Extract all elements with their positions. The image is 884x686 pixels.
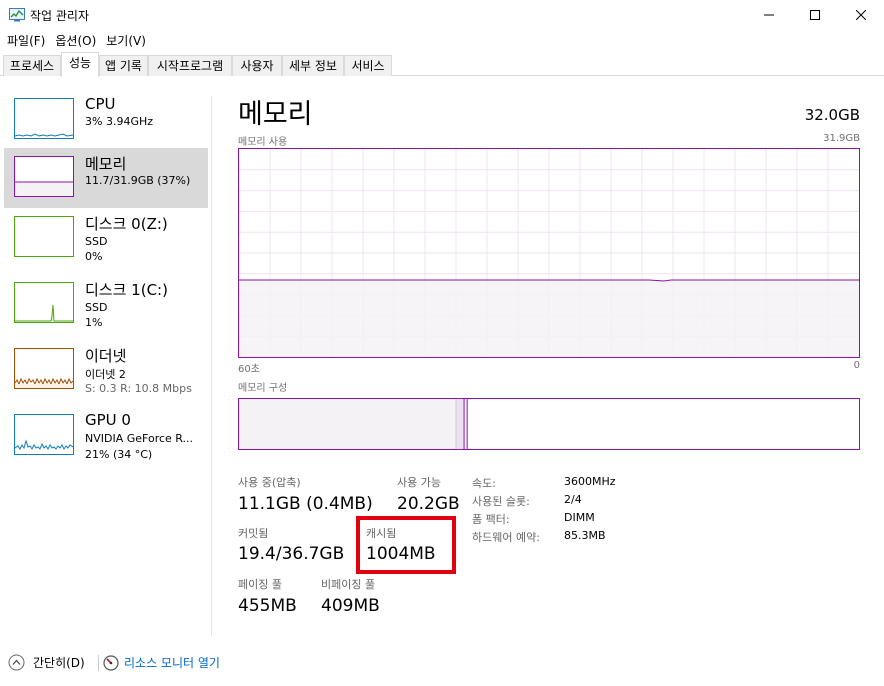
slots-value: 2/4 [564, 493, 582, 506]
menu-options[interactable]: 옵션(O) [50, 30, 101, 52]
footer-bar: 간단히(D) 리소스 모니터 열기 [0, 646, 884, 680]
tab-details[interactable]: 세부 정보 [282, 55, 344, 76]
chevron-up-circle-icon [8, 654, 25, 671]
available-label: 사용 가능 [397, 476, 441, 489]
speed-label: 속도: [472, 477, 496, 490]
disk-0-type: SSD [85, 235, 108, 248]
in-use-value: 11.1GB (0.4MB) [238, 494, 373, 514]
resource-gpu[interactable]: GPU 0 NVIDIA GeForce R... 21% (34 °C) [4, 406, 208, 466]
maximize-icon [810, 10, 820, 20]
cpu-thumbnail [14, 98, 74, 139]
maximize-button[interactable] [792, 0, 838, 30]
fewer-details-button[interactable]: 간단히(D) [8, 654, 85, 671]
menu-bar: 파일(F) 옵션(O) 보기(V) [0, 30, 884, 52]
gpu-usage: 21% (34 °C) [85, 448, 153, 461]
menu-view[interactable]: 보기(V) [101, 30, 151, 52]
ethernet-thumbnail [14, 348, 74, 389]
open-resource-monitor-link[interactable]: 리소스 모니터 열기 [103, 654, 220, 671]
available-value: 20.2GB [397, 494, 460, 514]
memory-total: 32.0GB [804, 106, 860, 124]
disk-0-usage: 0% [85, 250, 103, 263]
nonpaged-pool-label: 비페이징 풀 [321, 578, 376, 591]
minimize-button[interactable] [746, 0, 792, 30]
usage-area [239, 280, 859, 357]
in-use-label: 사용 중(압축) [238, 476, 301, 489]
composition-modified [456, 399, 465, 449]
memory-composition-bar [238, 398, 860, 450]
window-title: 작업 관리자 [30, 9, 90, 23]
resource-monitor-icon [103, 654, 119, 671]
tab-services[interactable]: 서비스 [344, 55, 392, 76]
hardware-reserved-value: 85.3MB [564, 529, 606, 542]
open-resource-monitor-label: 리소스 모니터 열기 [124, 656, 220, 670]
close-button[interactable] [838, 0, 884, 30]
disk-1-type: SSD [85, 301, 108, 314]
gpu-thumbnail [14, 414, 74, 455]
disk-0-thumbnail [14, 216, 74, 257]
disk-0-name: 디스크 0(Z:) [85, 215, 168, 233]
tab-app-history[interactable]: 앱 기록 [99, 55, 148, 76]
resource-cpu[interactable]: CPU 3% 3.94GHz [4, 90, 208, 150]
usage-chart-label: 메모리 사용 [238, 137, 288, 148]
speed-value: 3600MHz [564, 475, 616, 488]
cpu-name: CPU [85, 95, 116, 113]
ethernet-adapter: 이더넷 2 [85, 368, 126, 381]
nonpaged-pool-value: 409MB [321, 596, 380, 616]
page-title: 메모리 [238, 99, 313, 130]
tab-processes[interactable]: 프로세스 [3, 55, 61, 76]
resource-disk-0[interactable]: 디스크 0(Z:) SSD 0% [4, 208, 208, 268]
paged-pool-label: 페이징 풀 [238, 578, 282, 591]
panel-divider [211, 96, 212, 636]
form-factor-label: 폼 팩터: [472, 513, 510, 526]
tab-startup[interactable]: 시작프로그램 [148, 55, 232, 76]
ethernet-throughput: S: 0.3 R: 10.8 Mbps [85, 382, 192, 395]
memory-usage: 11.7/31.9GB (37%) [85, 174, 191, 187]
resource-memory[interactable]: 메모리 11.7/31.9GB (37%) [4, 148, 208, 208]
usage-chart-max: 31.9GB [823, 133, 860, 144]
slots-label: 사용된 슬롯: [472, 495, 530, 508]
close-icon [856, 10, 866, 20]
task-manager-icon [9, 8, 25, 22]
composition-in-use [239, 399, 456, 449]
tab-users[interactable]: 사용자 [232, 55, 282, 76]
committed-label: 커밋됨 [238, 527, 269, 540]
tab-strip: 프로세스 성능 앱 기록 시작프로그램 사용자 세부 정보 서비스 [0, 52, 884, 77]
paged-pool-value: 455MB [238, 596, 297, 616]
time-axis-left: 60초 [238, 364, 260, 375]
disk-1-usage: 1% [85, 316, 103, 329]
disk-1-thumbnail [14, 282, 74, 323]
committed-value: 19.4/36.7GB [238, 544, 345, 564]
resource-disk-1[interactable]: 디스크 1(C:) SSD 1% [4, 274, 208, 334]
gpu-model: NVIDIA GeForce R... [85, 432, 194, 445]
footer-separator [98, 655, 99, 671]
disk-1-name: 디스크 1(C:) [85, 281, 168, 299]
time-axis-right: 0 [853, 360, 860, 371]
memory-name: 메모리 [85, 155, 127, 173]
form-factor-value: DIMM [564, 511, 595, 524]
cached-highlight-box [356, 516, 456, 574]
cpu-usage: 3% 3.94GHz [85, 115, 154, 128]
gpu-name: GPU 0 [85, 411, 131, 429]
composition-label: 메모리 구성 [238, 383, 288, 394]
tab-performance[interactable]: 성능 [61, 52, 99, 77]
ethernet-name: 이더넷 [85, 347, 127, 365]
memory-thumbnail [14, 156, 74, 197]
menu-file[interactable]: 파일(F) [2, 30, 50, 52]
minimize-icon [764, 14, 774, 16]
memory-usage-chart [238, 148, 860, 358]
fewer-details-label: 간단히(D) [33, 656, 85, 670]
title-bar: 작업 관리자 [0, 0, 884, 30]
resource-ethernet[interactable]: 이더넷 이더넷 2 S: 0.3 R: 10.8 Mbps [4, 340, 208, 400]
hardware-reserved-label: 하드웨어 예약: [472, 531, 540, 544]
